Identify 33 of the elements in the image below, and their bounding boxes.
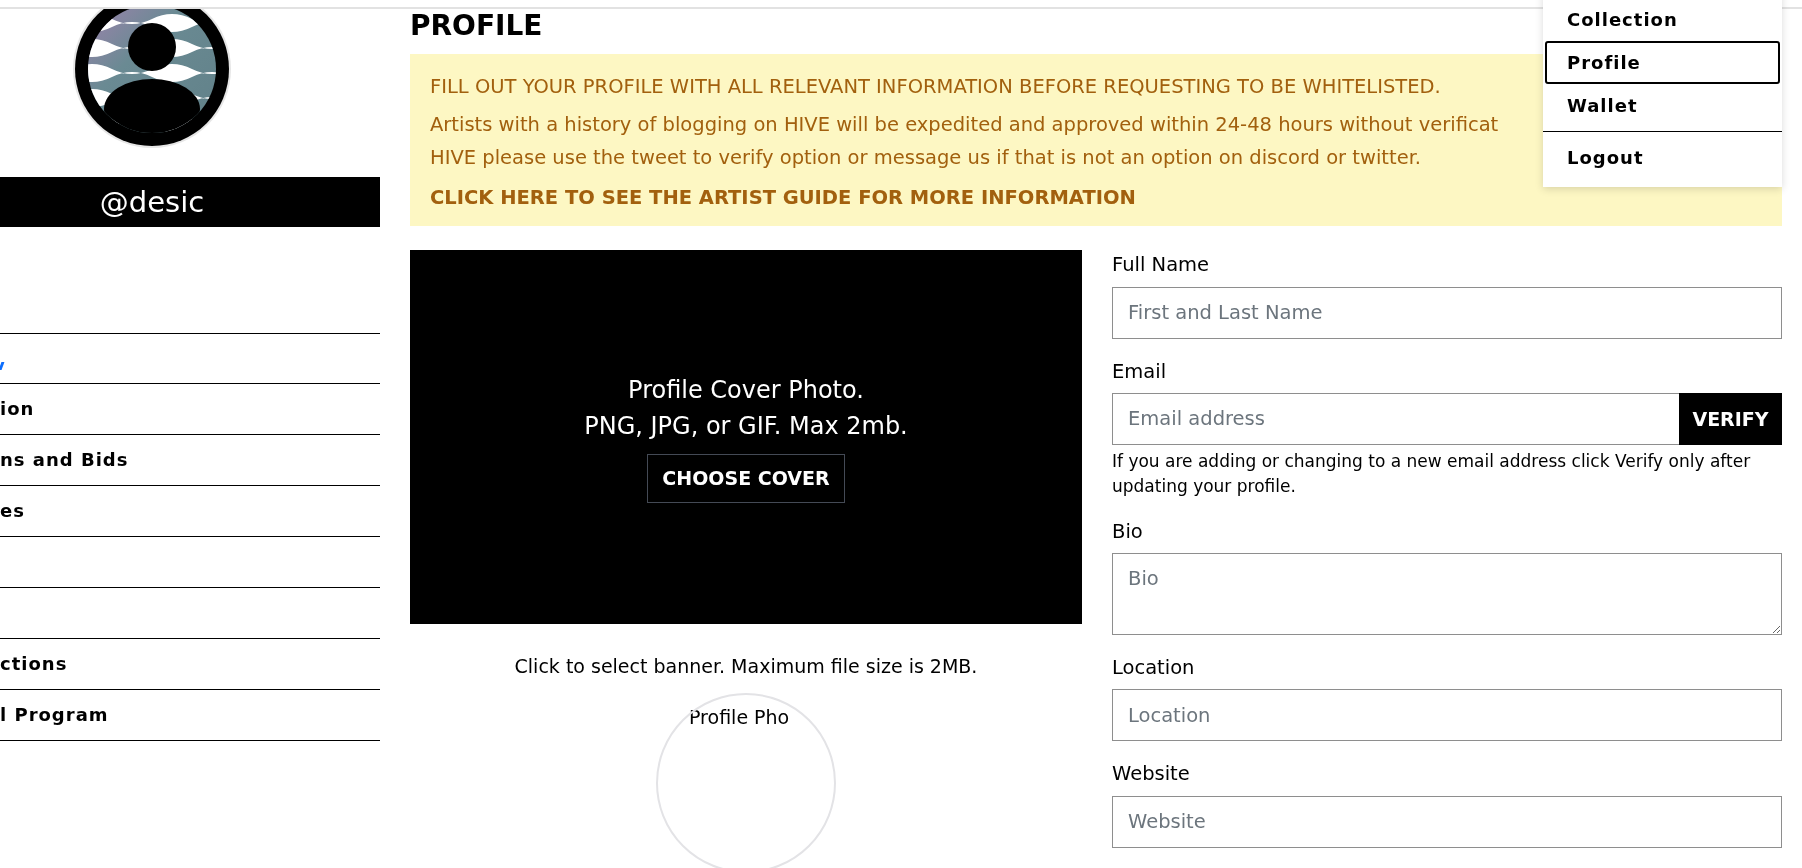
input-field[interactable]: First and Last Name bbox=[1112, 286, 1782, 339]
sidebar-item[interactable]: ctions bbox=[0, 639, 68, 689]
page-title: PROFILE bbox=[410, 11, 543, 41]
field-label: Bio bbox=[1112, 518, 1143, 545]
email-field[interactable]: Email address bbox=[1112, 392, 1680, 445]
help-text: If you are adding or changing to a new email address click Verify only after updating your profile. bbox=[1112, 449, 1752, 498]
alert-text: HIVE please use the tweet to verify option or message us if that is not an option on discord or twitter. bbox=[430, 145, 1422, 171]
text-area[interactable]: Bio bbox=[1112, 553, 1782, 635]
sidebar-item[interactable]: es bbox=[0, 486, 25, 536]
menu-item[interactable]: Wallet bbox=[1545, 84, 1780, 127]
field-label: Full Name bbox=[1112, 252, 1210, 279]
choose-cover-button[interactable]: CHOOSE COVER bbox=[647, 454, 845, 503]
banner-hint: Click to select banner. Maximum file size is 2MB. bbox=[513, 654, 979, 680]
sidebar-item[interactable] bbox=[0, 361, 5, 370]
guide-link[interactable]: CLICK HERE TO SEE THE ARTIST GUIDE FOR MORE INFORMATION bbox=[430, 183, 1136, 213]
sidebar-item[interactable]: l Program bbox=[0, 690, 109, 740]
menu-item[interactable]: Logout bbox=[1545, 136, 1780, 179]
sidebar-item[interactable]: ion bbox=[0, 384, 35, 434]
menu-item[interactable]: Collection bbox=[1545, 0, 1780, 41]
input-field[interactable]: Website bbox=[1112, 795, 1782, 848]
field-label: Email bbox=[1112, 358, 1167, 385]
menu-item[interactable]: Profile bbox=[1545, 41, 1780, 84]
profile-photo-label: Profile Pho bbox=[689, 704, 790, 730]
cover-text: Profile Cover Photo. bbox=[628, 375, 864, 406]
sidebar-item[interactable]: ns and Bids bbox=[0, 435, 129, 485]
cover-text: PNG, JPG, or GIF. Max 2mb. bbox=[584, 411, 908, 442]
alert-text: Artists with a history of blogging on HIVE will be expedited and approved within 24-48 hours without verificat bbox=[430, 112, 1499, 138]
verify-button[interactable]: VERIFY bbox=[1679, 392, 1782, 445]
username-label: @desic bbox=[0, 177, 380, 227]
alert-heading: FILL OUT YOUR PROFILE WITH ALL RELEVANT INFORMATION BEFORE REQUESTING TO BE WHITELISTED. bbox=[430, 74, 1441, 100]
input-field[interactable]: Location bbox=[1112, 689, 1782, 742]
field-label: Location bbox=[1112, 655, 1195, 681]
field-label: Website bbox=[1112, 761, 1190, 788]
